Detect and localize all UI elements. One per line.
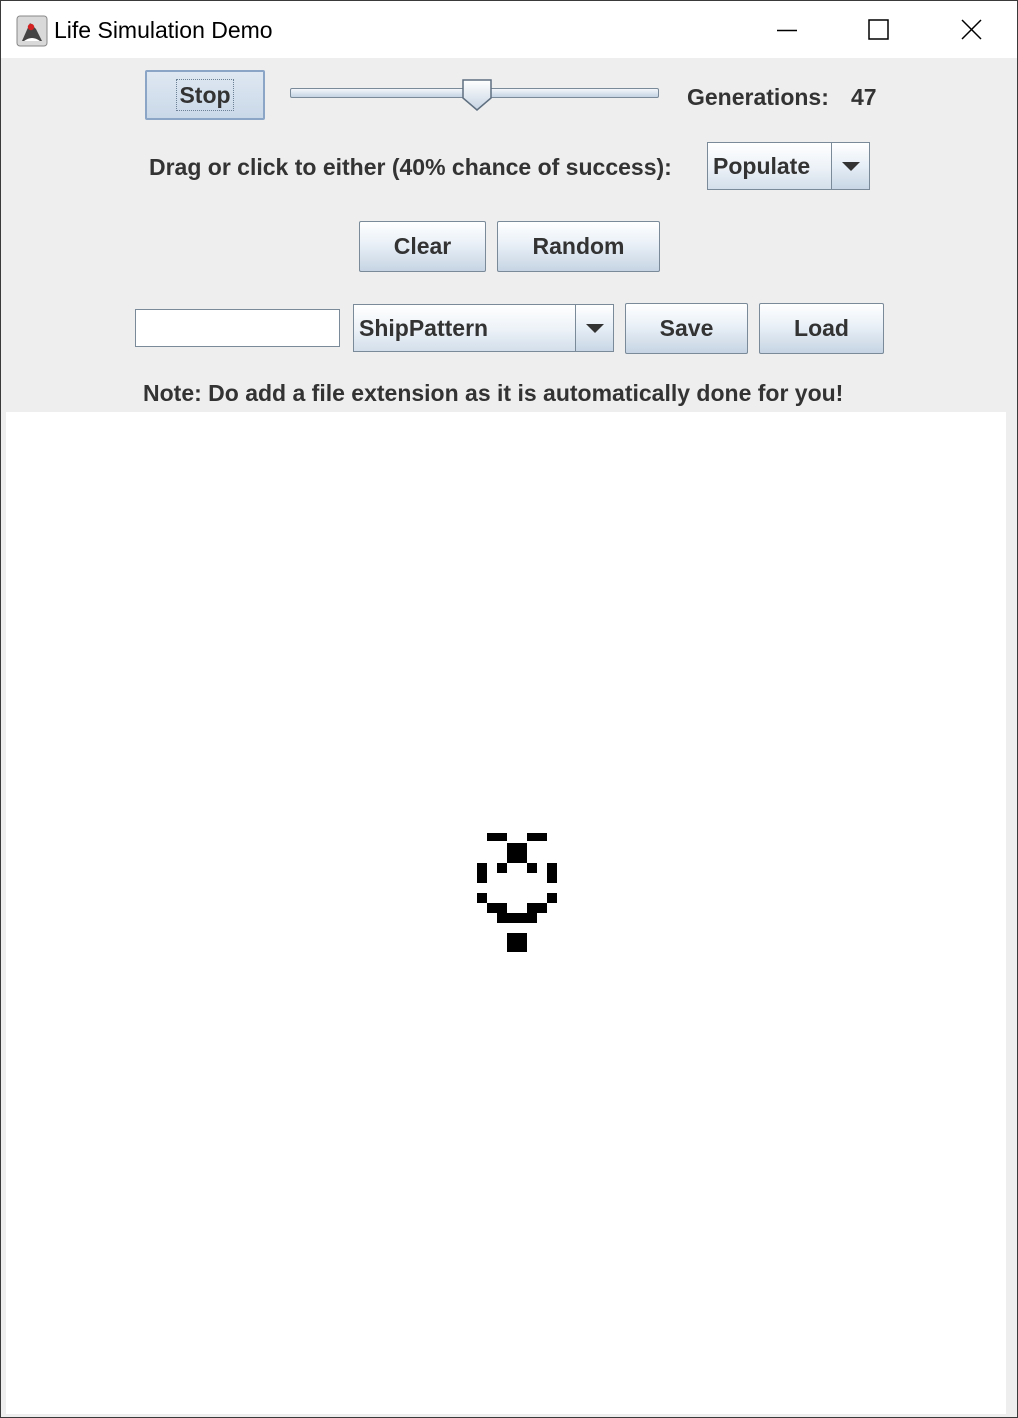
minimize-button[interactable] (741, 1, 833, 58)
load-button-label: Load (794, 315, 849, 341)
maximize-icon (868, 19, 889, 40)
mode-label: Drag or click to either (40% chance of s… (149, 154, 672, 180)
speed-slider-thumb[interactable] (461, 78, 493, 112)
save-button-label: Save (659, 315, 714, 341)
filename-input[interactable] (135, 309, 340, 347)
life-grid-canvas[interactable] (6, 412, 1006, 1414)
live-cell (547, 863, 557, 883)
title-bar[interactable]: Life Simulation Demo (1, 1, 1017, 58)
save-button[interactable]: Save (625, 303, 748, 354)
live-cell (477, 893, 487, 903)
app-window: Life Simulation Demo Stop Generations: 4… (0, 0, 1018, 1418)
clear-button-label: Clear (393, 233, 452, 259)
chevron-down-icon[interactable] (831, 143, 869, 189)
clear-button[interactable]: Clear (359, 221, 486, 272)
live-cell (487, 833, 507, 841)
live-cell (487, 903, 507, 913)
live-cell (547, 893, 557, 903)
generations-count: 47 (851, 84, 877, 110)
minimize-icon (777, 29, 797, 32)
live-cell (507, 843, 527, 863)
live-cell (527, 833, 547, 841)
pattern-dropdown-value: ShipPattern (359, 314, 489, 341)
live-cell (527, 863, 537, 873)
close-icon (961, 19, 982, 40)
maximize-button[interactable] (833, 1, 925, 58)
live-cell (497, 913, 537, 923)
random-button[interactable]: Random (497, 221, 660, 272)
generations-label: Generations: (687, 84, 829, 110)
mode-dropdown-value: Populate (713, 152, 811, 179)
stop-button-label: Stop (176, 79, 234, 111)
live-cell (497, 863, 507, 873)
load-button[interactable]: Load (759, 303, 884, 354)
pattern-dropdown[interactable]: ShipPattern (353, 304, 614, 352)
random-button-label: Random (532, 233, 625, 259)
live-cell (477, 863, 487, 883)
live-cell (527, 903, 547, 913)
java-duke-icon (16, 15, 48, 47)
stop-button[interactable]: Stop (145, 70, 265, 120)
live-cell (507, 933, 527, 952)
window-title: Life Simulation Demo (54, 17, 273, 43)
file-extension-note: Note: Do add a file extension as it is a… (143, 380, 844, 406)
mode-dropdown[interactable]: Populate (707, 142, 870, 190)
close-button[interactable] (925, 1, 1017, 58)
chevron-down-icon[interactable] (575, 305, 613, 351)
